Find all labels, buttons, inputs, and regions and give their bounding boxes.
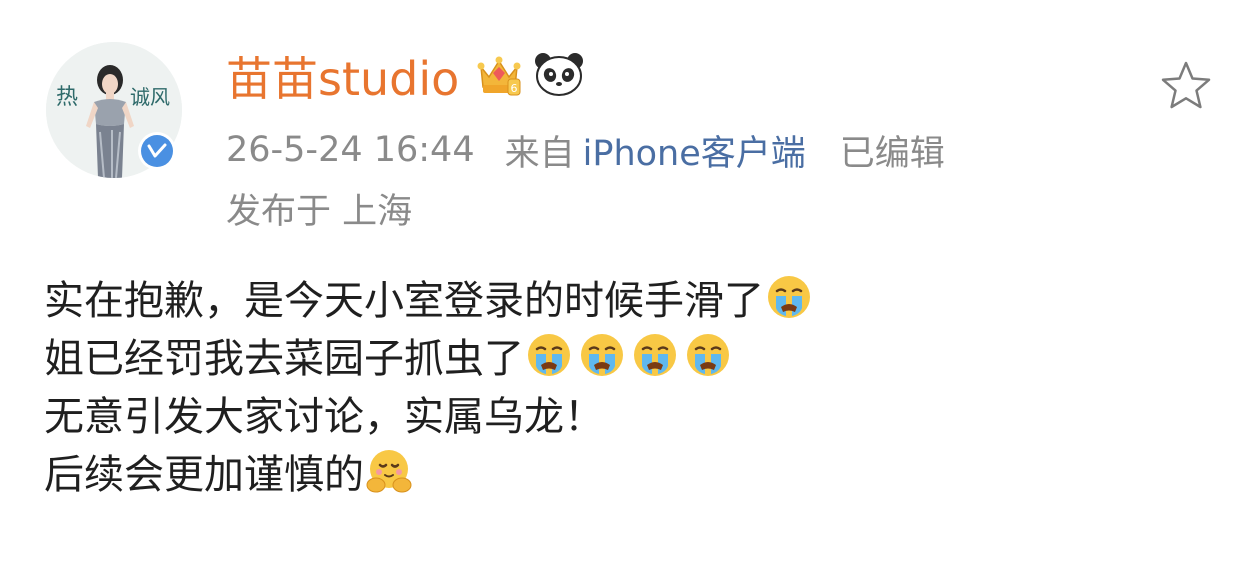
location-text: 发布于 上海	[226, 191, 413, 232]
content-line: 后续会更加谨慎的	[44, 442, 1224, 500]
crying-face-icon	[632, 332, 678, 378]
post-meta: 26-5-24 16:44 来自 iPhone客户端 已编辑	[226, 126, 945, 174]
verified-badge	[138, 132, 176, 170]
source-link[interactable]: iPhone客户端	[583, 125, 806, 176]
panda-badge-icon[interactable]	[533, 51, 585, 101]
crown-badge-icon[interactable]: 6	[475, 51, 523, 101]
hugging-face-icon	[366, 448, 412, 494]
avatar-text: 热	[56, 85, 78, 110]
edited-label[interactable]: 已编辑	[840, 125, 945, 176]
post-content: 实在抱歉，是今天小室登录的时候手滑了 姐已经罚我去菜园子抓虫了 无意引发大家讨论…	[44, 268, 1224, 500]
post-timestamp[interactable]: 26-5-24 16:44	[226, 130, 475, 170]
avatar-text-2: 诚风	[130, 85, 170, 109]
content-line: 实在抱歉，是今天小室登录的时候手滑了	[44, 268, 1224, 326]
weibo-post: 热 诚风 苗苗studio 6 26-5-24 16:44 来自 iPhone客…	[0, 0, 1260, 586]
post-location: 发布于 上海	[226, 184, 412, 232]
username[interactable]: 苗苗studio	[226, 43, 459, 109]
svg-text:6: 6	[511, 82, 518, 95]
content-line: 姐已经罚我去菜园子抓虫了	[44, 326, 1224, 384]
crying-face-icon	[526, 332, 572, 378]
crying-face-icon	[685, 332, 731, 378]
content-text: 实在抱歉，是今天小室登录的时候手滑了	[44, 278, 764, 324]
content-text: 无意引发大家讨论，实属乌龙！	[44, 394, 604, 440]
star-icon	[1161, 61, 1211, 109]
crying-face-icon	[766, 274, 812, 320]
username-row: 苗苗studio 6	[226, 44, 585, 108]
content-text: 姐已经罚我去菜园子抓虫了	[44, 336, 524, 382]
crying-face-icon	[579, 332, 625, 378]
source-prefix: 来自	[504, 133, 575, 174]
favorite-star-button[interactable]	[1156, 56, 1216, 116]
content-line: 无意引发大家讨论，实属乌龙！	[44, 384, 1224, 442]
verified-icon	[141, 135, 173, 167]
avatar-container[interactable]: 热 诚风	[46, 42, 182, 178]
content-text: 后续会更加谨慎的	[44, 452, 364, 498]
